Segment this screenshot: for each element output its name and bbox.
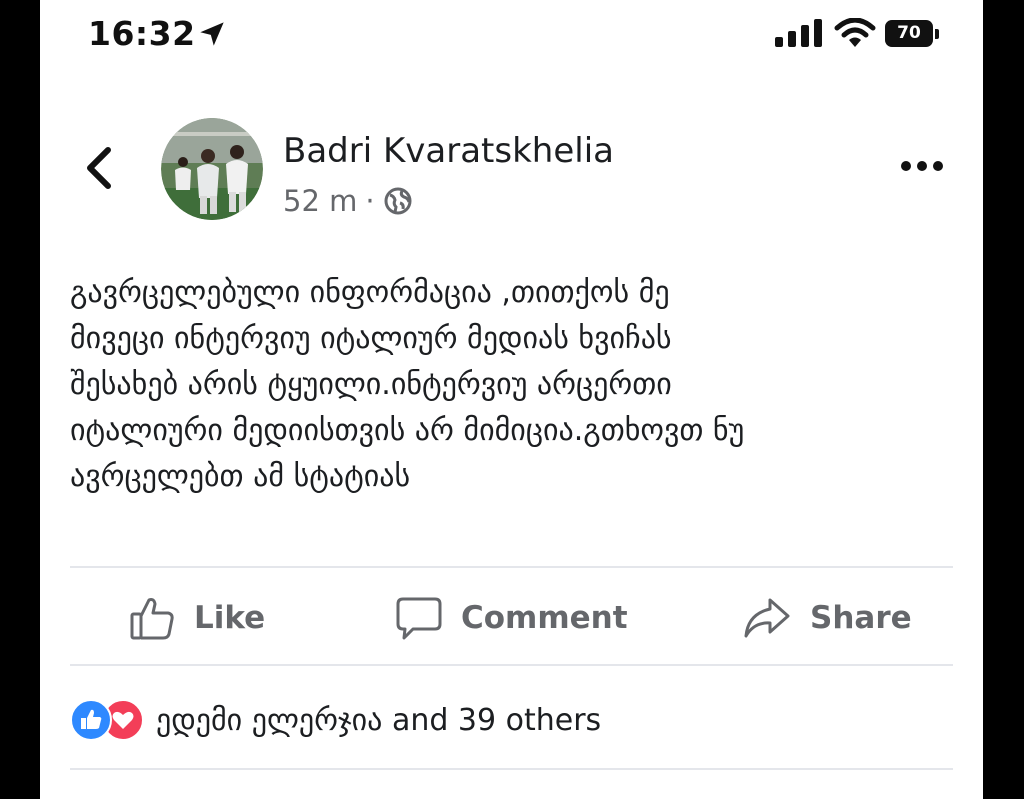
like-thumb-icon [130, 598, 174, 640]
post-text-line: იტალიური მედიისთვის არ მიმიცია.გთხოვთ ნუ [70, 413, 745, 448]
post-time[interactable]: 52 m [283, 184, 357, 218]
post-meta: 52 m · [283, 184, 413, 218]
post-text-line: გავრცელებული ინფორმაცია ,თითქოს მე [70, 275, 670, 310]
facebook-post-screen: 16:32 70 Badri Kvaratskhelia 52 m · გავრ… [40, 0, 983, 799]
wifi-icon [834, 18, 876, 47]
location-arrow-icon [200, 22, 224, 46]
comment-label: Comment [461, 600, 628, 636]
divider [70, 566, 953, 568]
back-chevron-icon[interactable] [82, 146, 116, 190]
divider [70, 768, 953, 770]
battery-icon: 70 [885, 20, 939, 47]
comment-bubble-icon [396, 597, 442, 640]
share-label: Share [810, 600, 912, 636]
post-text-line: მივეცი ინტერვიუ იტალიურ მედიას ხვიჩას [70, 321, 672, 356]
battery-level: 70 [885, 20, 933, 47]
reactions-summary[interactable]: ედემი ელერჯია and 39 others [70, 698, 601, 742]
cellular-signal-icon [775, 19, 822, 47]
avatar[interactable] [161, 118, 263, 220]
share-button[interactable]: Share [742, 592, 912, 644]
reactions-text: ედემი ელერჯია and 39 others [156, 702, 602, 738]
author-name[interactable]: Badri Kvaratskhelia [283, 131, 614, 171]
share-arrow-icon [744, 598, 790, 638]
comment-button[interactable]: Comment [395, 592, 628, 644]
like-button[interactable]: Like [128, 592, 265, 644]
meta-separator: · [365, 184, 375, 218]
divider [70, 664, 953, 666]
post-text-line: ავრცელებთ ამ სტატიას [70, 459, 411, 494]
globe-icon [384, 187, 412, 215]
battery-cap [935, 29, 939, 39]
more-options-icon[interactable] [898, 156, 946, 176]
post-text: გავრცელებული ინფორმაცია ,თითქოს მე მივეც… [70, 270, 950, 500]
status-time: 16:32 [88, 14, 196, 53]
post-text-line: შესახებ არის ტყუილი.ინტერვიუ არცერთი [70, 367, 672, 402]
like-label: Like [194, 600, 266, 636]
like-reaction-icon [70, 699, 112, 741]
